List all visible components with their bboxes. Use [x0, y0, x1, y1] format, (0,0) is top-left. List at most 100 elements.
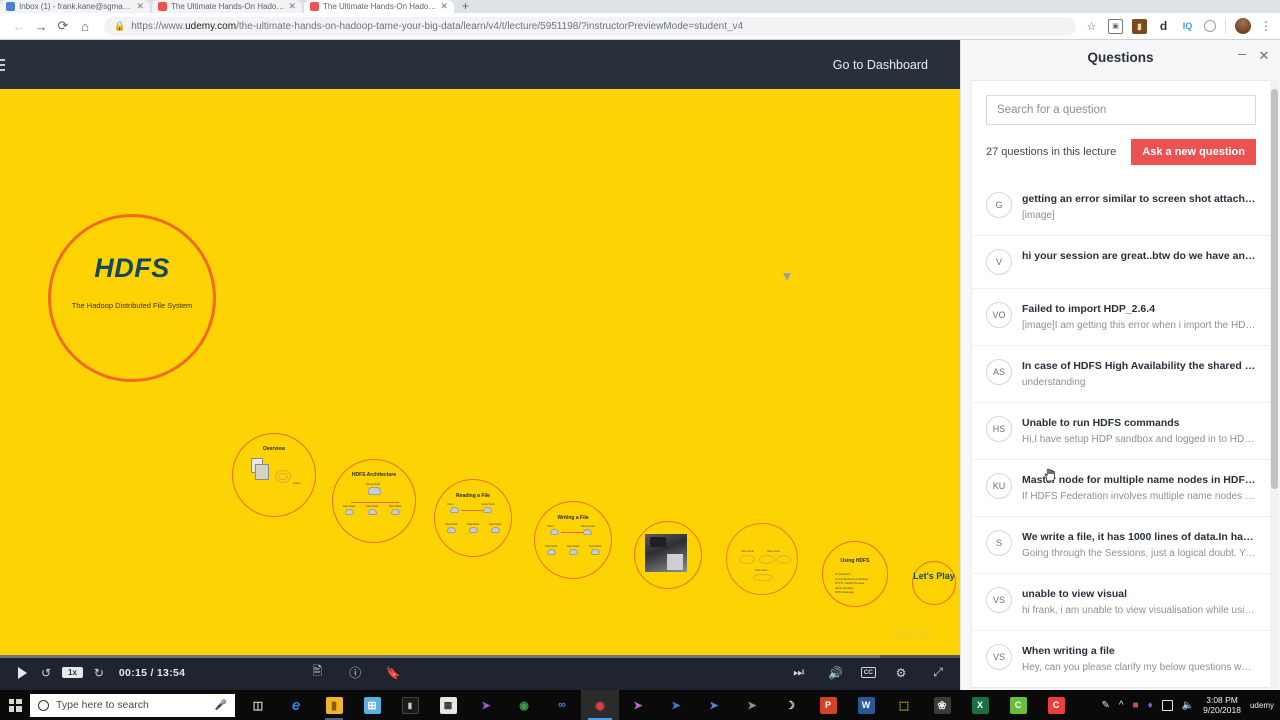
file-explorer-icon[interactable]: ▮	[315, 690, 353, 720]
screenshot-extension-icon[interactable]: ▣	[1108, 18, 1123, 34]
system-tray: ✎ ^ ■ ♦ 🔈 3:08 PM 9/20/2018 udemy	[1101, 695, 1280, 715]
taskbar-search-input[interactable]: Type here to search 🎤	[30, 693, 235, 717]
list-item[interactable]: VO Failed to import HDP_2.6.4 [image]I a…	[972, 288, 1270, 345]
node-label: Writing a File	[557, 515, 589, 521]
command-prompt-icon[interactable]: ▮	[391, 690, 429, 720]
microsoft-store-icon[interactable]: ⊞	[353, 690, 391, 720]
tray-app-icon[interactable]: ■	[1133, 700, 1139, 711]
browser-tab-1[interactable]: The Ultimate Hands-On Hadoop... ✕	[152, 0, 302, 13]
moon-icon[interactable]: ☽	[771, 690, 809, 720]
rewind-15-icon[interactable]: ↺	[34, 661, 58, 685]
close-icon[interactable]: ✕	[136, 1, 144, 12]
minimize-icon[interactable]: –	[1234, 46, 1250, 60]
ask-a-new-question-button[interactable]: Ask a new question	[1131, 139, 1256, 165]
list-item[interactable]: S We write a file, it has 1000 lines of …	[972, 516, 1270, 573]
forward-arrow-icon[interactable]: →	[30, 15, 52, 37]
help-icon[interactable]: ⓘ	[343, 661, 367, 685]
question-body: understanding	[1022, 377, 1086, 388]
microphone-icon[interactable]: 🎤	[215, 700, 227, 711]
udemy-icon	[158, 2, 167, 11]
worker-label: Data Node	[366, 505, 379, 508]
calculator-icon[interactable]: ▦	[429, 690, 467, 720]
scrollbar-thumb[interactable]	[1271, 89, 1278, 489]
bookmark-icon[interactable]: 🔖	[381, 661, 405, 685]
list-item[interactable]: G getting an error similar to screen sho…	[972, 179, 1270, 235]
iq-extension-icon[interactable]: IQ	[1180, 19, 1195, 34]
kebab-menu-icon[interactable]: ⋮	[1260, 19, 1272, 33]
list-item[interactable]: AS In case of HDFS High Availability the…	[972, 345, 1270, 402]
browser-globe-icon[interactable]: ◉	[505, 690, 543, 720]
go-to-dashboard-link[interactable]: Go to Dashboard	[833, 58, 928, 72]
task-view-icon[interactable]: ◫	[239, 690, 277, 720]
edge-icon[interactable]: e	[277, 690, 315, 720]
progress-bar[interactable]	[0, 655, 960, 658]
list-item[interactable]: V hi your session are great..btw do we h…	[972, 235, 1270, 288]
playback-speed-button[interactable]: 1x	[62, 667, 83, 678]
home-icon[interactable]: ⌂	[74, 15, 96, 37]
chat-extension-icon[interactable]	[1204, 20, 1216, 32]
camtasia-red-icon[interactable]: C	[1037, 690, 1075, 720]
list-item[interactable]: VS When writing a file Hey, can you plea…	[972, 630, 1270, 687]
notes-icon[interactable]: 🖹	[305, 661, 329, 685]
word-icon[interactable]: W	[847, 690, 885, 720]
reload-icon[interactable]: ⟳	[52, 15, 74, 37]
chrome-icon[interactable]: ◉	[581, 690, 619, 720]
volume-icon[interactable]: 🔈	[1182, 700, 1194, 711]
close-icon[interactable]: ✕	[1256, 48, 1272, 64]
visual-studio-grey-icon[interactable]: ➤	[733, 690, 771, 720]
visual-studio-blue-icon[interactable]: ➤	[657, 690, 695, 720]
hand-pointer-cursor	[1044, 468, 1055, 482]
windows-start-icon[interactable]	[0, 698, 30, 712]
taskbar-clock[interactable]: 3:08 PM 9/20/2018	[1203, 695, 1241, 715]
next-lecture-icon[interactable]: ⏭	[787, 661, 811, 685]
powerpoint-icon[interactable]: P	[809, 690, 847, 720]
browser-tab-0[interactable]: Inbox (1) - frank.kane@sgmail... ✕	[0, 0, 150, 13]
list-item[interactable]: HS Unable to run HDFS commands Hi,I have…	[972, 402, 1270, 459]
new-tab-button[interactable]: +	[462, 0, 469, 13]
panel-title: Questions	[1087, 49, 1154, 65]
avatar: VS	[986, 587, 1012, 613]
node-label: Reading a File	[456, 493, 490, 499]
close-icon[interactable]: ✕	[440, 1, 448, 12]
show-hidden-icons-icon[interactable]: ^	[1119, 700, 1124, 711]
fullscreen-icon[interactable]: ⤢	[926, 661, 950, 685]
dashlane-extension-icon[interactable]: d	[1156, 19, 1171, 34]
close-icon[interactable]: ✕	[288, 1, 296, 12]
worker-label: Data Node	[389, 505, 402, 508]
hamburger-menu-icon[interactable]	[0, 58, 17, 71]
brown-extension-icon[interactable]: ▮	[1132, 18, 1147, 34]
back-arrow-icon[interactable]: ←	[8, 15, 30, 37]
closed-captions-icon[interactable]: CC	[860, 667, 876, 678]
star-icon[interactable]: ☆	[1084, 19, 1099, 34]
address-bar[interactable]: 🔒 https://www. udemy.com /the-ultimate-h…	[104, 16, 1076, 36]
clock-time: 3:08 PM	[1206, 695, 1238, 705]
avatar-icon[interactable]	[1235, 18, 1251, 34]
list-item[interactable]: KU Master node for multiple name nodes i…	[972, 459, 1270, 516]
panel-scrollbar[interactable]	[1270, 81, 1279, 688]
forward-15-icon[interactable]: ↻	[87, 661, 111, 685]
pen-icon[interactable]: ✎	[1101, 700, 1109, 711]
node-sub-label: cluster	[293, 482, 301, 485]
settings-gear-icon[interactable]: ⚙	[889, 661, 913, 685]
tray-app2-icon[interactable]: ♦	[1148, 700, 1153, 711]
excel-icon[interactable]: X	[961, 690, 999, 720]
visual-studio-alt-icon[interactable]: ➤	[695, 690, 733, 720]
visual-studio-icon[interactable]: ➤	[467, 690, 505, 720]
diagram-label: Name Node	[767, 550, 780, 553]
question-title: We write a file, it has 1000 lines of da…	[1022, 531, 1256, 543]
camtasia-icon[interactable]: C	[999, 690, 1037, 720]
list-item[interactable]: VS Questions on Block Size Hi, I have th…	[972, 687, 1270, 688]
video-player-stage[interactable]: HDFS The Hadoop Distributed File System …	[0, 89, 960, 655]
question-title: In case of HDFS High Availability the sh…	[1022, 360, 1256, 372]
visual-studio-code-icon[interactable]: ➤	[619, 690, 657, 720]
display-icon[interactable]	[1161, 699, 1173, 711]
network-icon[interactable]: ⬚	[885, 690, 923, 720]
flower-icon[interactable]: ❀	[923, 690, 961, 720]
browser-tab-2[interactable]: The Ultimate Hands-On Hadoop... ✕	[304, 0, 454, 13]
list-item[interactable]: VS unable to view visual hi frank, i am …	[972, 573, 1270, 630]
volume-icon[interactable]: 🔊	[824, 661, 848, 685]
search-input[interactable]: Search for a question	[986, 95, 1256, 125]
data-node-icon	[391, 509, 400, 515]
play-icon[interactable]	[10, 661, 34, 685]
link-icon[interactable]: ∞	[543, 690, 581, 720]
